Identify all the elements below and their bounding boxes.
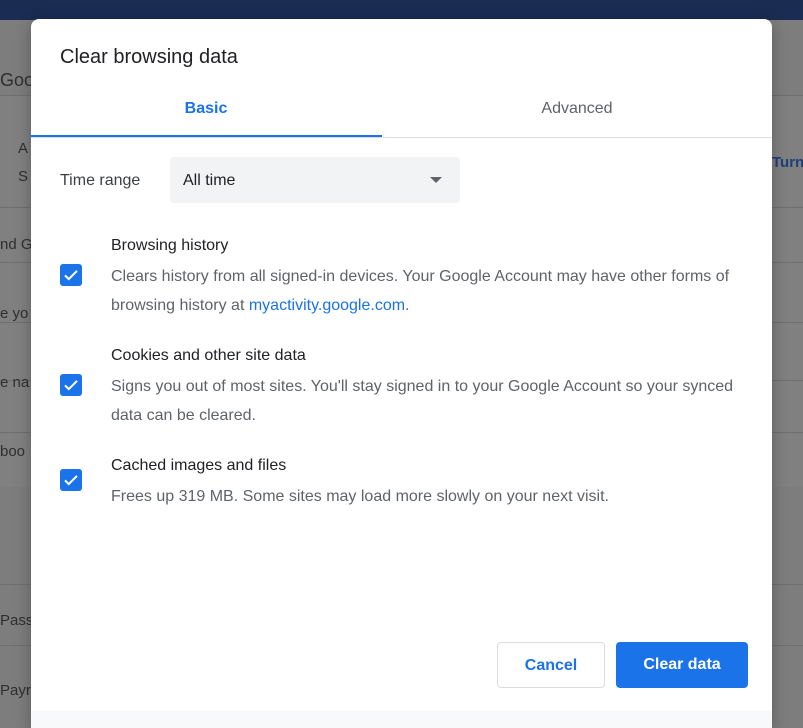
option-title: Cookies and other site data bbox=[111, 347, 306, 364]
background-text: Turn bbox=[772, 154, 803, 171]
active-tab-indicator bbox=[31, 135, 382, 137]
cached-images-checkbox[interactable] bbox=[60, 469, 82, 491]
background-text: A bbox=[18, 140, 29, 157]
option-description-end: . bbox=[405, 297, 410, 314]
browsing-history-checkbox[interactable] bbox=[60, 264, 82, 286]
tab-basic[interactable]: Basic bbox=[31, 91, 381, 135]
dialog-title: Clear browsing data bbox=[60, 46, 238, 68]
time-range-value: All time bbox=[183, 172, 236, 189]
option-description: Clears history from all signed-in device… bbox=[111, 262, 751, 320]
background-text: S bbox=[18, 168, 29, 185]
time-range-dropdown[interactable]: All time bbox=[170, 157, 460, 203]
browser-top-bar bbox=[0, 0, 803, 20]
clear-browsing-data-dialog: Clear browsing data Basic Advanced Time … bbox=[31, 19, 772, 728]
option-description-text: Clears history from all signed-in device… bbox=[111, 268, 730, 314]
option-description: Frees up 319 MB. Some sites may load mor… bbox=[111, 488, 609, 505]
background-text: nd G bbox=[0, 236, 33, 253]
background-text: Payr bbox=[0, 682, 31, 699]
cookies-checkbox[interactable] bbox=[60, 374, 82, 396]
tab-bar: Basic Advanced bbox=[31, 91, 772, 138]
option-title: Cached images and files bbox=[111, 457, 287, 474]
checkmark-icon bbox=[64, 270, 78, 281]
background-text: Pass bbox=[0, 612, 34, 629]
time-range-label: Time range bbox=[60, 172, 141, 189]
background-text: e yo bbox=[0, 305, 29, 322]
option-description: Signs you out of most sites. You'll stay… bbox=[111, 378, 734, 424]
option-title: Browsing history bbox=[111, 237, 229, 254]
dropdown-arrow-icon bbox=[430, 177, 442, 183]
background-text: e na bbox=[0, 374, 30, 391]
tab-advanced[interactable]: Advanced bbox=[402, 91, 752, 135]
checkmark-icon bbox=[64, 380, 78, 391]
background-text: boo bbox=[0, 443, 26, 460]
clear-data-button[interactable]: Clear data bbox=[616, 642, 748, 688]
myactivity-link[interactable]: myactivity.google.com bbox=[249, 297, 405, 314]
dialog-footer bbox=[31, 711, 772, 728]
checkmark-icon bbox=[64, 475, 78, 486]
cancel-button[interactable]: Cancel bbox=[497, 642, 605, 688]
